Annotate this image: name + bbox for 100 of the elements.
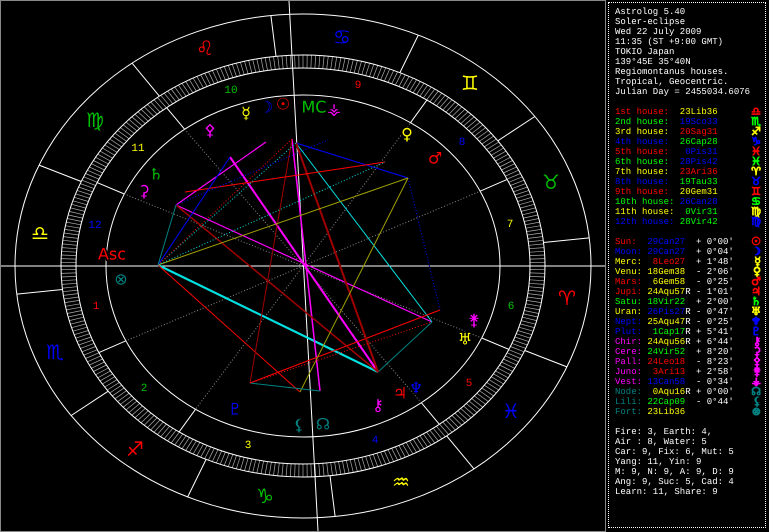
planet-glyph: ☉	[751, 237, 762, 247]
planet-glyph: ☉	[276, 94, 290, 114]
house-cusp: 19Tau33	[678, 177, 718, 187]
planet-name: Mars:	[615, 277, 642, 287]
sign-glyph: ♑	[751, 137, 762, 147]
aspect-orb: + 5°41'	[696, 327, 734, 337]
aspect-orb: - 0°34'	[696, 377, 734, 387]
planet-name: Fort:	[615, 407, 642, 417]
house-number: 2	[140, 383, 148, 395]
header-line: 11:35 (ST +9:00 GMT)	[615, 37, 724, 47]
planet-glyph: ⚸	[752, 397, 762, 407]
aspect-orb: + 2°58'	[696, 367, 734, 377]
planet-glyph: ♃	[392, 384, 408, 402]
house-label: 9th house:	[615, 187, 670, 197]
planet-glyph: MC	[302, 98, 326, 116]
planet-glyph: ♀	[401, 124, 413, 144]
zodiac-glyph: ♍	[86, 108, 104, 132]
retrograde-label: R	[685, 387, 691, 397]
header-line: Tropical, Geocentric.	[615, 77, 730, 87]
house-number: 11	[131, 143, 145, 155]
planet-name: Merc:	[615, 257, 642, 267]
aspect-orb: + 0°00'	[696, 237, 734, 247]
sign-glyph: ♓	[751, 157, 762, 167]
house-number: 9	[354, 80, 362, 92]
aspect-orb: - 8°23'	[696, 357, 734, 367]
retrograde-label: R	[685, 327, 691, 337]
stats-line: Ang: 9, Suc: 5, Cad: 4	[615, 477, 735, 487]
aspect-orb: + 1°48'	[696, 257, 734, 267]
planet-glyph: ⚴	[752, 357, 762, 367]
planet-name: Uran:	[615, 307, 642, 317]
planet-position: 29Can27	[646, 247, 686, 257]
aspect-orb: + 0°00'	[696, 387, 734, 397]
zodiac-glyph: ♐	[126, 437, 144, 461]
planet-name: Lili:	[615, 397, 642, 407]
planet-glyph: ☿	[754, 257, 762, 267]
planet-name: Plut:	[615, 327, 642, 337]
planet-name: Sun:	[615, 237, 638, 247]
planet-position: 24Aqu56	[646, 337, 686, 347]
planet-glyph: ☿	[241, 104, 251, 122]
house-label: 7th house:	[615, 167, 670, 177]
zodiac-glyph: ♊	[461, 71, 479, 95]
house-label: 4th house:	[615, 137, 670, 147]
stats-line: M: 9, N: 9, A: 9, D: 9	[615, 467, 735, 477]
sign-glyph: ♍	[751, 217, 762, 227]
retrograde-label: R	[685, 287, 691, 297]
planet-position: 22Cap09	[646, 397, 686, 407]
aspect-orb: - 0°47'	[696, 307, 734, 317]
planet-glyph: ♆	[408, 378, 424, 398]
planet-position: 24Aqu57	[646, 287, 686, 297]
house-number: 6	[508, 301, 514, 313]
aspect-orb: - 0°25'	[696, 277, 734, 287]
stats-line: Learn: 11, Share: 9	[615, 487, 719, 497]
house-number: 8	[458, 137, 466, 149]
sign-glyph: ♎	[751, 107, 762, 117]
house-label: 8th house:	[615, 177, 670, 187]
zodiac-glyph: ♈	[558, 286, 576, 310]
sign-glyph: ♊	[751, 187, 762, 197]
planet-glyph: ♅	[751, 307, 762, 317]
planet-position: 25Aqu47	[646, 317, 686, 327]
aspect-orb: - 2°06'	[696, 267, 734, 277]
header-line: Astrolog 5.40	[615, 7, 686, 17]
house-number: 7	[506, 219, 514, 231]
zodiac-glyph: ♋	[333, 25, 351, 49]
planet-glyph: ♀	[752, 267, 762, 277]
sign-glyph: ♐	[751, 127, 762, 137]
aspect-orb: + 6°44'	[696, 337, 734, 347]
aspect-orb: + 8°20'	[696, 347, 734, 357]
house-cusp: 20Gem31	[678, 187, 718, 197]
planet-glyph: ☽	[751, 247, 762, 257]
stats-line: Yang: 11, Yin: 9	[615, 457, 702, 467]
sign-glyph: ♍	[751, 207, 762, 217]
house-number: 3	[244, 440, 252, 452]
planet-glyph: ☊	[316, 414, 330, 434]
house-number: 4	[372, 435, 378, 447]
planet-glyph: ⚶	[327, 100, 341, 118]
planet-name: Pall:	[615, 357, 642, 367]
header-line: 139°45E 35°40N	[615, 57, 692, 67]
planet-position: 23Lib36	[646, 407, 686, 417]
retrograde-label: R	[685, 317, 691, 327]
planet-name: Vest:	[615, 377, 642, 387]
aspect-orb: - 0°25'	[696, 317, 734, 327]
planet-position: 8Leo27	[652, 257, 686, 267]
planet-glyph: ⚸	[293, 416, 305, 434]
planet-position: 18Vir22	[646, 297, 686, 307]
planet-glyph: ♃	[751, 287, 762, 297]
house-number: 12	[88, 220, 102, 232]
planet-position: 29Can27	[646, 237, 686, 247]
house-label: 6th house:	[615, 157, 670, 167]
planet-name: Node:	[615, 387, 642, 397]
planet-name: Satu:	[615, 297, 642, 307]
zodiac-glyph: ♏	[46, 340, 64, 364]
house-cusp: 0Vir31	[684, 207, 718, 217]
house-number: 5	[466, 378, 472, 390]
house-number: 10	[224, 85, 238, 97]
house-label: 1st house:	[615, 107, 670, 117]
planet-glyph: ⚴	[204, 120, 216, 140]
sign-glyph: ♏	[751, 117, 762, 127]
aspect-orb: - 0°44'	[696, 397, 734, 407]
planet-position: 1Cap17	[652, 327, 686, 337]
planet-glyph: ⊗	[114, 270, 128, 288]
